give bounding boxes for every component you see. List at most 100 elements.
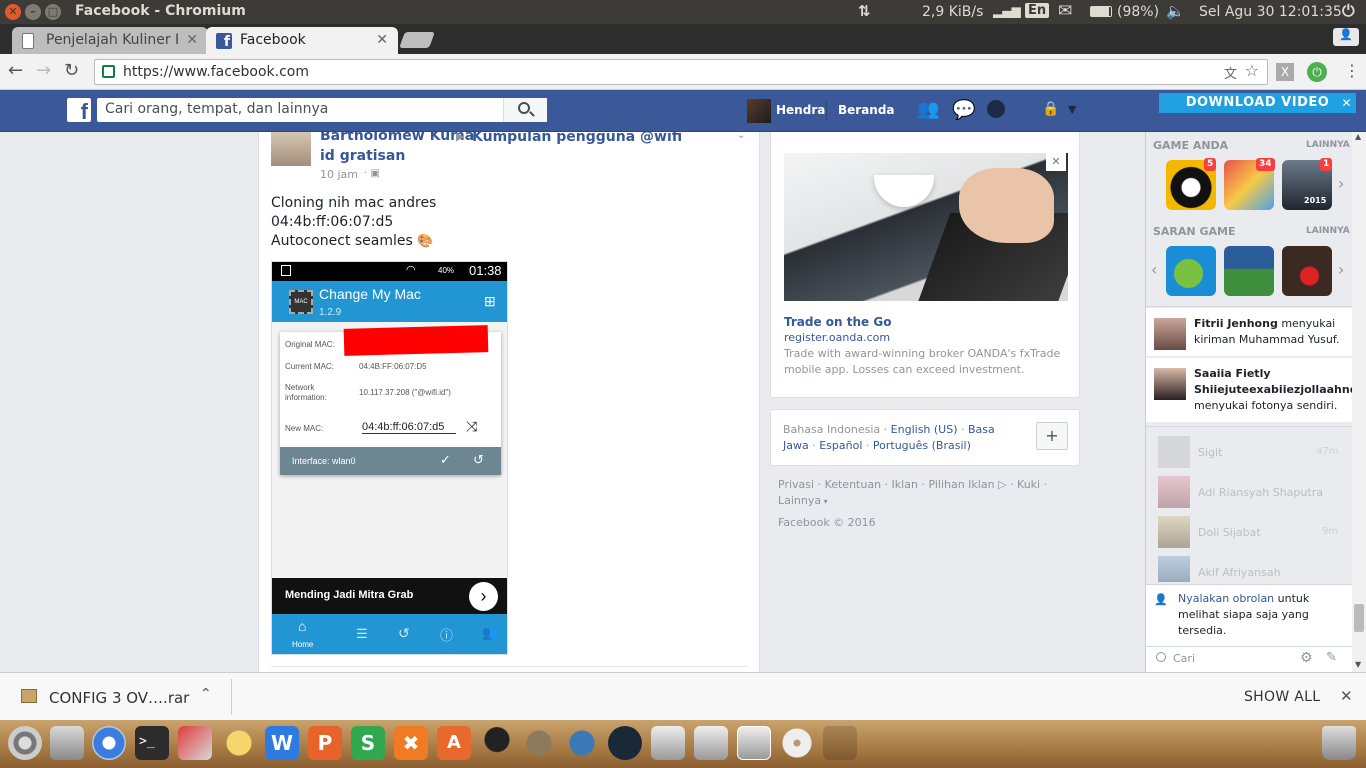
battery-icon[interactable] [1090,6,1112,17]
clock[interactable]: Sel Agu 30 12:01:35 [1199,4,1342,20]
account-menu-chevron-icon[interactable]: ▼ [1068,103,1076,116]
footer-link[interactable]: Iklan [892,478,918,491]
scroll-thumb[interactable] [1354,604,1364,632]
download-filename[interactable]: CONFIG 3 OV….rar [49,689,189,707]
keyboard-layout[interactable]: En [1025,3,1050,18]
app-fish-icon[interactable] [565,726,599,760]
audience-icon[interactable]: · ▣ [364,168,380,179]
close-tab-icon[interactable]: ✕ [183,32,198,48]
drive-icon[interactable] [694,726,728,760]
close-ad-icon[interactable]: ✕ [1046,153,1066,171]
more-chevron-icon[interactable]: ▾ [821,497,828,506]
game-fishing[interactable] [1166,246,1216,296]
post-options-chevron-icon[interactable]: ⌄ [737,132,745,141]
chevron-left-icon[interactable]: ‹ [1151,260,1157,279]
tab-facebook[interactable]: f Facebook ✕ [206,27,398,54]
scroll-down-icon[interactable]: ▼ [1355,660,1361,669]
privacy-shortcuts-icon[interactable]: 🔒 [1042,101,1059,117]
workspace-switcher-icon[interactable] [823,726,857,760]
game-8-ball-pool[interactable]: 5 [1166,158,1217,210]
chevron-right-icon[interactable]: › [1338,174,1344,193]
home-link[interactable]: Beranda [838,103,895,117]
ticker-story[interactable]: Saaiia Fietly Shiiejuteexabiiezjollaahne… [1146,358,1357,422]
back-icon[interactable]: ← [8,60,23,81]
contact-row[interactable]: Sigit 47m [1146,432,1353,472]
chevron-up-icon[interactable]: ⌃ [200,686,212,702]
show-all-button[interactable]: SHOW ALL [1244,689,1320,705]
gimp-icon[interactable] [522,726,556,760]
wps-presentation-icon[interactable]: P [308,726,342,760]
footer-link[interactable]: Kuki [1017,478,1040,491]
contact-row[interactable]: Akif Afriyansah [1146,552,1353,582]
post-photo[interactable]: ◠ 40% 01:38 MAC Change My Mac 1.2.9 ⊞ Or… [271,261,508,655]
ad-title[interactable]: Trade on the Go [784,315,891,329]
facebook-logo-icon[interactable]: f [67,98,91,124]
chromium-icon[interactable] [92,726,126,760]
maximize-window-icon[interactable]: □ [45,4,61,20]
translate-icon[interactable]: 文 [1224,63,1237,82]
enable-chat-link[interactable]: Nyalakan obrolan [1178,592,1274,605]
footer-link[interactable]: Pilihan Iklan [928,478,994,491]
close-tab-icon[interactable]: ✕ [376,32,388,48]
drive-icon[interactable] [737,726,771,760]
wps-writer-icon[interactable]: W [265,726,299,760]
footer-link[interactable]: Lainnya [778,494,821,507]
file-manager-icon[interactable] [50,726,84,760]
profile-link[interactable]: Hendra [776,103,825,117]
volume-icon[interactable]: 🔈 [1166,2,1185,20]
bookmark-star-icon[interactable]: ☆ [1245,61,1259,80]
avatar[interactable] [271,132,311,166]
contact-row[interactable]: Doli Sijabat 9m [1146,512,1353,552]
ad-domain[interactable]: register.oanda.com [784,331,890,344]
close-icon[interactable]: ✕ [1341,93,1352,113]
gear-icon[interactable]: ⚙ [1300,650,1313,666]
close-window-icon[interactable]: ✕ [5,4,21,20]
ad-image[interactable] [784,153,1068,301]
extension-x-icon[interactable]: X [1276,63,1294,81]
mail-icon[interactable]: ✉ [1058,1,1072,21]
language-link[interactable]: Português (Brasil) [873,439,971,452]
tools-icon[interactable] [178,726,212,760]
close-shelf-icon[interactable]: ✕ [1340,687,1353,705]
adchoices-icon[interactable]: ▷ [998,478,1006,491]
game-soccer[interactable] [1224,246,1274,296]
avatar[interactable] [747,99,771,123]
messages-icon[interactable]: 💬 [952,98,976,121]
extension-power-icon[interactable]: ⏻ [1307,62,1327,82]
game-football-manager[interactable]: 1 2015 [1282,158,1333,210]
chat-search[interactable]: Cari ⚙ ✎ [1146,646,1353,672]
xampp-icon[interactable]: ✖ [394,726,428,760]
footer-link[interactable]: Ketentuan [825,478,881,491]
contact-row[interactable]: Adi Riansyah Shaputra [1146,472,1353,512]
language-link[interactable]: English (US) [891,423,958,436]
new-tab-button[interactable] [399,32,435,48]
scroll-up-icon[interactable]: ▲ [1355,132,1361,141]
menu-icon[interactable]: ⋮ [1344,61,1360,80]
drive-icon[interactable] [651,726,685,760]
reload-icon[interactable]: ↻ [64,60,79,81]
notifications-globe-icon[interactable] [987,100,1005,118]
more-games-link[interactable]: LAINNYA [1306,226,1350,236]
language-link[interactable]: Español [819,439,862,452]
ticker-story[interactable]: Fitrii Jenhong menyukai kiriman Muhammad… [1146,308,1353,356]
compose-icon[interactable]: ✎ [1326,650,1337,665]
power-icon[interactable]: ⏻ [1342,1,1355,21]
wps-spreadsheet-icon[interactable]: S [351,726,385,760]
chat-search-input[interactable]: Cari [1173,652,1195,665]
trash-icon[interactable] [1322,726,1356,760]
chevron-right-icon[interactable]: › [1338,260,1344,279]
software-center-icon[interactable]: A [437,726,471,760]
tab-kuliner[interactable]: Penjelajah Kuliner I ✕ [12,27,208,54]
network-transfer-icon[interactable]: ⇅ [858,2,871,20]
profile-icon[interactable]: 👤 [1333,28,1359,46]
search-input[interactable]: Cari orang, tempat, dan lainnya [97,98,547,122]
dvd-icon[interactable] [780,726,814,760]
page-scrollbar[interactable]: ▲ ▼ [1352,132,1366,672]
game-soccer-stars[interactable]: 34 [1224,158,1275,210]
terminal-icon[interactable]: >_ [135,726,169,760]
forward-icon[interactable]: → [36,60,51,81]
download-video-button[interactable]: DOWNLOAD VIDEO ✕ [1159,93,1356,113]
signal-icon[interactable]: ▂▄▆ [993,4,1021,18]
add-language-button[interactable]: + [1036,422,1068,450]
footer-link[interactable]: Privasi [778,478,814,491]
